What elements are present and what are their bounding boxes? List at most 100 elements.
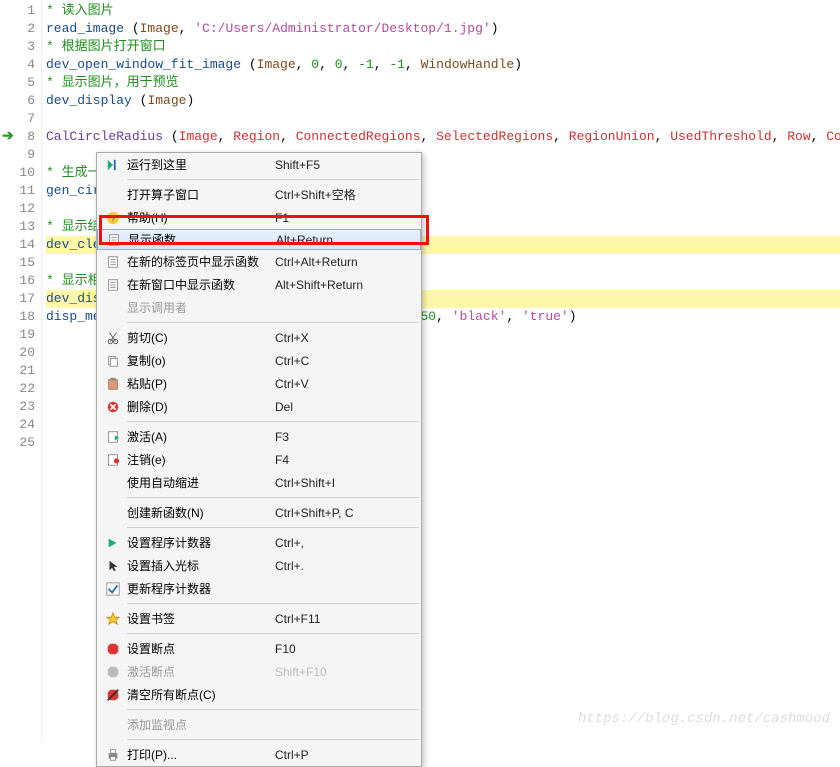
menu-shortcut: Ctrl+C bbox=[275, 354, 309, 368]
doc-icon bbox=[103, 276, 123, 294]
line-number: 6 bbox=[0, 92, 35, 110]
menu-item[interactable]: 在新的标签页中显示函数Ctrl+Alt+Return bbox=[97, 250, 421, 273]
menu-label: 设置插入光标 bbox=[127, 557, 275, 574]
menu-label: 帮助(H) bbox=[127, 209, 275, 226]
doc-icon bbox=[103, 253, 123, 271]
line-number: 7 bbox=[0, 110, 35, 128]
blank-icon bbox=[103, 474, 123, 492]
code-line[interactable]: CalCircleRadius (Image, Region, Connecte… bbox=[46, 128, 840, 146]
menu-item[interactable]: 删除(D)Del bbox=[97, 395, 421, 418]
menu-separator bbox=[127, 179, 419, 180]
menu-item[interactable]: 粘贴(P)Ctrl+V bbox=[97, 372, 421, 395]
code-line[interactable] bbox=[46, 110, 840, 128]
line-number: 13 bbox=[0, 218, 35, 236]
run-icon bbox=[103, 156, 123, 174]
menu-label: 设置程序计数器 bbox=[127, 534, 275, 551]
menu-separator bbox=[127, 527, 419, 528]
context-menu[interactable]: 运行到这里Shift+F5打开算子窗口Ctrl+Shift+空格?帮助(H)F1… bbox=[96, 152, 422, 767]
menu-item[interactable]: 在新窗口中显示函数Alt+Shift+Return bbox=[97, 273, 421, 296]
line-number: 25 bbox=[0, 434, 35, 452]
code-line[interactable]: read_image (Image, 'C:/Users/Administrat… bbox=[46, 20, 840, 38]
menu-item[interactable]: 创建新函数(N)Ctrl+Shift+P, C bbox=[97, 501, 421, 524]
paste-icon bbox=[103, 375, 123, 393]
deactivate-icon bbox=[103, 451, 123, 469]
line-number: 22 bbox=[0, 380, 35, 398]
stop-icon bbox=[103, 640, 123, 658]
menu-label: 设置断点 bbox=[127, 640, 275, 657]
menu-shortcut: Ctrl+P bbox=[275, 748, 309, 762]
line-number: 3 bbox=[0, 38, 35, 56]
menu-shortcut: Ctrl+F11 bbox=[275, 612, 320, 626]
menu-item[interactable]: 设置断点F10 bbox=[97, 637, 421, 660]
delete-icon bbox=[103, 398, 123, 416]
menu-label: 运行到这里 bbox=[127, 156, 275, 173]
menu-label: 删除(D) bbox=[127, 398, 275, 415]
line-number: 15 bbox=[0, 254, 35, 272]
menu-separator bbox=[127, 603, 419, 604]
blank-icon bbox=[103, 716, 123, 734]
menu-item: 激活断点Shift+F10 bbox=[97, 660, 421, 683]
code-line[interactable]: * 读入图片 bbox=[46, 2, 840, 20]
menu-label: 使用自动缩进 bbox=[127, 474, 275, 491]
menu-item[interactable]: 设置插入光标Ctrl+. bbox=[97, 554, 421, 577]
menu-label: 激活(A) bbox=[127, 428, 275, 445]
line-number: 12 bbox=[0, 200, 35, 218]
menu-shortcut: Shift+F5 bbox=[275, 158, 320, 172]
menu-label: 清空所有断点(C) bbox=[127, 686, 275, 703]
menu-item: 添加监视点 bbox=[97, 713, 421, 736]
line-number: 17 bbox=[0, 290, 35, 308]
blank-icon bbox=[103, 504, 123, 522]
menu-item[interactable]: 注销(e)F4 bbox=[97, 448, 421, 471]
menu-item[interactable]: 设置书签Ctrl+F11 bbox=[97, 607, 421, 630]
menu-label: 更新程序计数器 bbox=[127, 580, 275, 597]
menu-label: 剪切(C) bbox=[127, 329, 275, 346]
menu-item: 显示调用者 bbox=[97, 296, 421, 319]
line-number: 4 bbox=[0, 56, 35, 74]
line-number: 9 bbox=[0, 146, 35, 164]
menu-item[interactable]: 激活(A)F3 bbox=[97, 425, 421, 448]
line-number: 23 bbox=[0, 398, 35, 416]
menu-label: 添加监视点 bbox=[127, 716, 275, 733]
menu-separator bbox=[127, 421, 419, 422]
menu-shortcut: Del bbox=[275, 400, 293, 414]
menu-item[interactable]: 打印(P)...Ctrl+P bbox=[97, 743, 421, 766]
menu-separator bbox=[127, 709, 419, 710]
doc-icon bbox=[104, 231, 124, 249]
code-line[interactable]: * 显示图片，用于预览 bbox=[46, 74, 840, 92]
code-line[interactable]: * 根据图片打开窗口 bbox=[46, 38, 840, 56]
stop-gray-icon bbox=[103, 663, 123, 681]
menu-shortcut: Alt+Return bbox=[276, 233, 333, 247]
line-number: 2 bbox=[0, 20, 35, 38]
menu-shortcut: Ctrl+Shift+I bbox=[275, 476, 335, 490]
menu-item[interactable]: 打开算子窗口Ctrl+Shift+空格 bbox=[97, 183, 421, 206]
menu-shortcut: Ctrl+Shift+P, C bbox=[275, 506, 353, 520]
cut-icon bbox=[103, 329, 123, 347]
code-line[interactable]: dev_display (Image) bbox=[46, 92, 840, 110]
menu-shortcut: Alt+Shift+Return bbox=[275, 278, 363, 292]
menu-item[interactable]: 运行到这里Shift+F5 bbox=[97, 153, 421, 176]
star-icon bbox=[103, 610, 123, 628]
line-number: 19 bbox=[0, 326, 35, 344]
menu-item[interactable]: 设置程序计数器Ctrl+, bbox=[97, 531, 421, 554]
clear-stop-icon bbox=[103, 686, 123, 704]
line-number: 14 bbox=[0, 236, 35, 254]
menu-shortcut: Ctrl+X bbox=[275, 331, 309, 345]
menu-label: 复制(o) bbox=[127, 352, 275, 369]
menu-item[interactable]: 使用自动缩进Ctrl+Shift+I bbox=[97, 471, 421, 494]
menu-shortcut: Ctrl+Shift+空格 bbox=[275, 186, 356, 203]
exec-arrow-icon: ➔ bbox=[2, 128, 14, 146]
line-number: 18 bbox=[0, 308, 35, 326]
menu-item[interactable]: 显示函数Alt+Return bbox=[97, 229, 421, 250]
svg-text:?: ? bbox=[110, 213, 115, 224]
menu-item[interactable]: 复制(o)Ctrl+C bbox=[97, 349, 421, 372]
code-line[interactable]: dev_open_window_fit_image (Image, 0, 0, … bbox=[46, 56, 840, 74]
check-icon bbox=[103, 580, 123, 598]
menu-item[interactable]: ?帮助(H)F1 bbox=[97, 206, 421, 229]
menu-item[interactable]: 更新程序计数器 bbox=[97, 577, 421, 600]
menu-shortcut: Ctrl+V bbox=[275, 377, 309, 391]
menu-item[interactable]: 剪切(C)Ctrl+X bbox=[97, 326, 421, 349]
menu-label: 在新窗口中显示函数 bbox=[127, 276, 275, 293]
line-number: 5 bbox=[0, 74, 35, 92]
menu-separator bbox=[127, 497, 419, 498]
menu-item[interactable]: 清空所有断点(C) bbox=[97, 683, 421, 706]
